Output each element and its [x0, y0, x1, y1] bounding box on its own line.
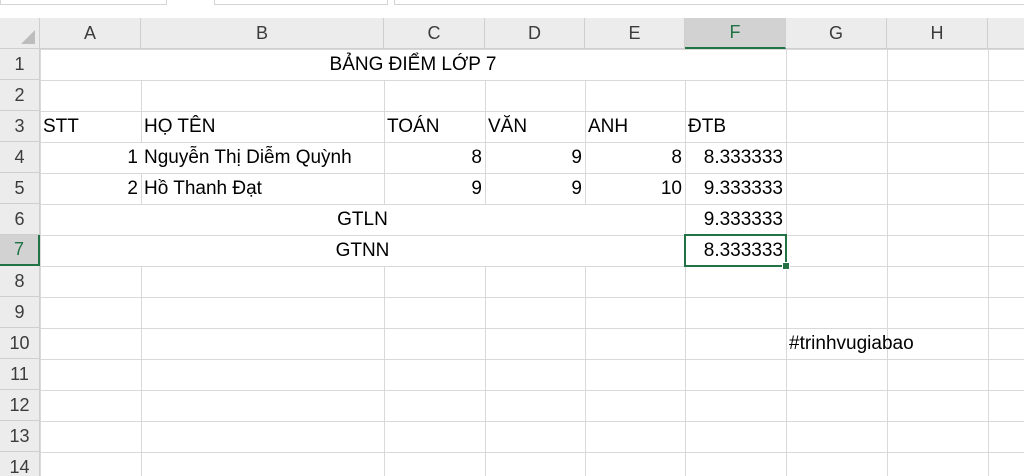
literature-score-cell[interactable]: 9	[485, 173, 585, 204]
gridline-horizontal	[40, 421, 1024, 422]
column-header-c[interactable]: C	[384, 18, 485, 49]
row-header-7[interactable]: 7	[0, 235, 40, 266]
english-score-cell[interactable]: 10	[585, 173, 685, 204]
row-header-9[interactable]: 9	[0, 297, 40, 328]
math-score-cell[interactable]: 8	[384, 142, 485, 173]
average-score-cell[interactable]: 8.333333	[685, 142, 786, 173]
column-header-d[interactable]: D	[485, 18, 585, 49]
gridline-horizontal	[40, 452, 1024, 453]
average-score-cell[interactable]: 9.333333	[685, 173, 786, 204]
gridline-horizontal	[40, 359, 1024, 360]
name-box[interactable]	[0, 0, 167, 5]
corner-triangle-icon	[21, 30, 35, 44]
spreadsheet-grid[interactable]: A B C D E F G H 1 2 3 4 5 6 7 8 9 10 11 …	[0, 18, 1024, 476]
row-header-14[interactable]: 14	[0, 452, 40, 476]
formula-bar-area	[0, 0, 1024, 18]
hashtag-cell[interactable]: #trinhvugiabao	[786, 328, 988, 359]
min-value-cell[interactable]: 8.333333	[685, 235, 786, 266]
row-header-8[interactable]: 8	[0, 266, 40, 297]
column-header-a[interactable]: A	[40, 18, 141, 49]
row-header-13[interactable]: 13	[0, 421, 40, 452]
literature-score-cell[interactable]: 9	[485, 142, 585, 173]
row-header-10[interactable]: 10	[0, 328, 40, 359]
row-header-3[interactable]: 3	[0, 111, 40, 142]
row-header-6[interactable]: 6	[0, 204, 40, 235]
column-header-b[interactable]: B	[141, 18, 384, 49]
row-header-2[interactable]: 2	[0, 80, 40, 111]
header-name-cell[interactable]: HỌ TÊN	[141, 111, 384, 142]
gridline-vertical	[988, 49, 989, 476]
header-math-cell[interactable]: TOÁN	[384, 111, 485, 142]
column-header-f[interactable]: F	[685, 18, 786, 49]
english-score-cell[interactable]: 8	[585, 142, 685, 173]
column-header-e[interactable]: E	[585, 18, 685, 49]
max-value-cell[interactable]: 9.333333	[685, 204, 786, 235]
gridline-horizontal	[40, 390, 1024, 391]
column-header-h[interactable]: H	[887, 18, 988, 49]
name-cell[interactable]: Nguyễn Thị Diễm Quỳnh	[141, 143, 383, 173]
row-header-12[interactable]: 12	[0, 390, 40, 421]
select-all-corner[interactable]	[0, 18, 40, 49]
gridline-vertical	[887, 49, 888, 476]
stt-cell[interactable]: 2	[40, 173, 141, 204]
min-label-cell[interactable]: GTNN	[41, 236, 684, 266]
column-header-next[interactable]	[988, 18, 1024, 49]
name-cell[interactable]: Hồ Thanh Đạt	[141, 173, 384, 204]
header-english-cell[interactable]: ANH	[585, 111, 685, 142]
formula-bar[interactable]	[394, 0, 1024, 5]
gridline-horizontal	[40, 266, 1024, 267]
stt-cell[interactable]: 1	[40, 142, 141, 173]
max-label-cell[interactable]: GTLN	[41, 205, 684, 235]
column-header-g[interactable]: G	[786, 18, 887, 49]
header-literature-cell[interactable]: VĂN	[485, 111, 585, 142]
header-average-cell[interactable]: ĐTB	[685, 111, 786, 142]
fill-handle[interactable]	[782, 262, 790, 270]
gridline-horizontal	[40, 297, 1024, 298]
header-stt-cell[interactable]: STT	[40, 111, 141, 142]
row-header-5[interactable]: 5	[0, 173, 40, 204]
row-header-4[interactable]: 4	[0, 142, 40, 173]
gridline-horizontal	[40, 80, 1024, 81]
math-score-cell[interactable]: 9	[384, 173, 485, 204]
formula-input[interactable]	[214, 0, 388, 5]
row-header-1[interactable]: 1	[0, 49, 40, 80]
row-header-11[interactable]: 11	[0, 359, 40, 390]
title-cell[interactable]: BẢNG ĐIỂM LỚP 7	[41, 50, 785, 80]
